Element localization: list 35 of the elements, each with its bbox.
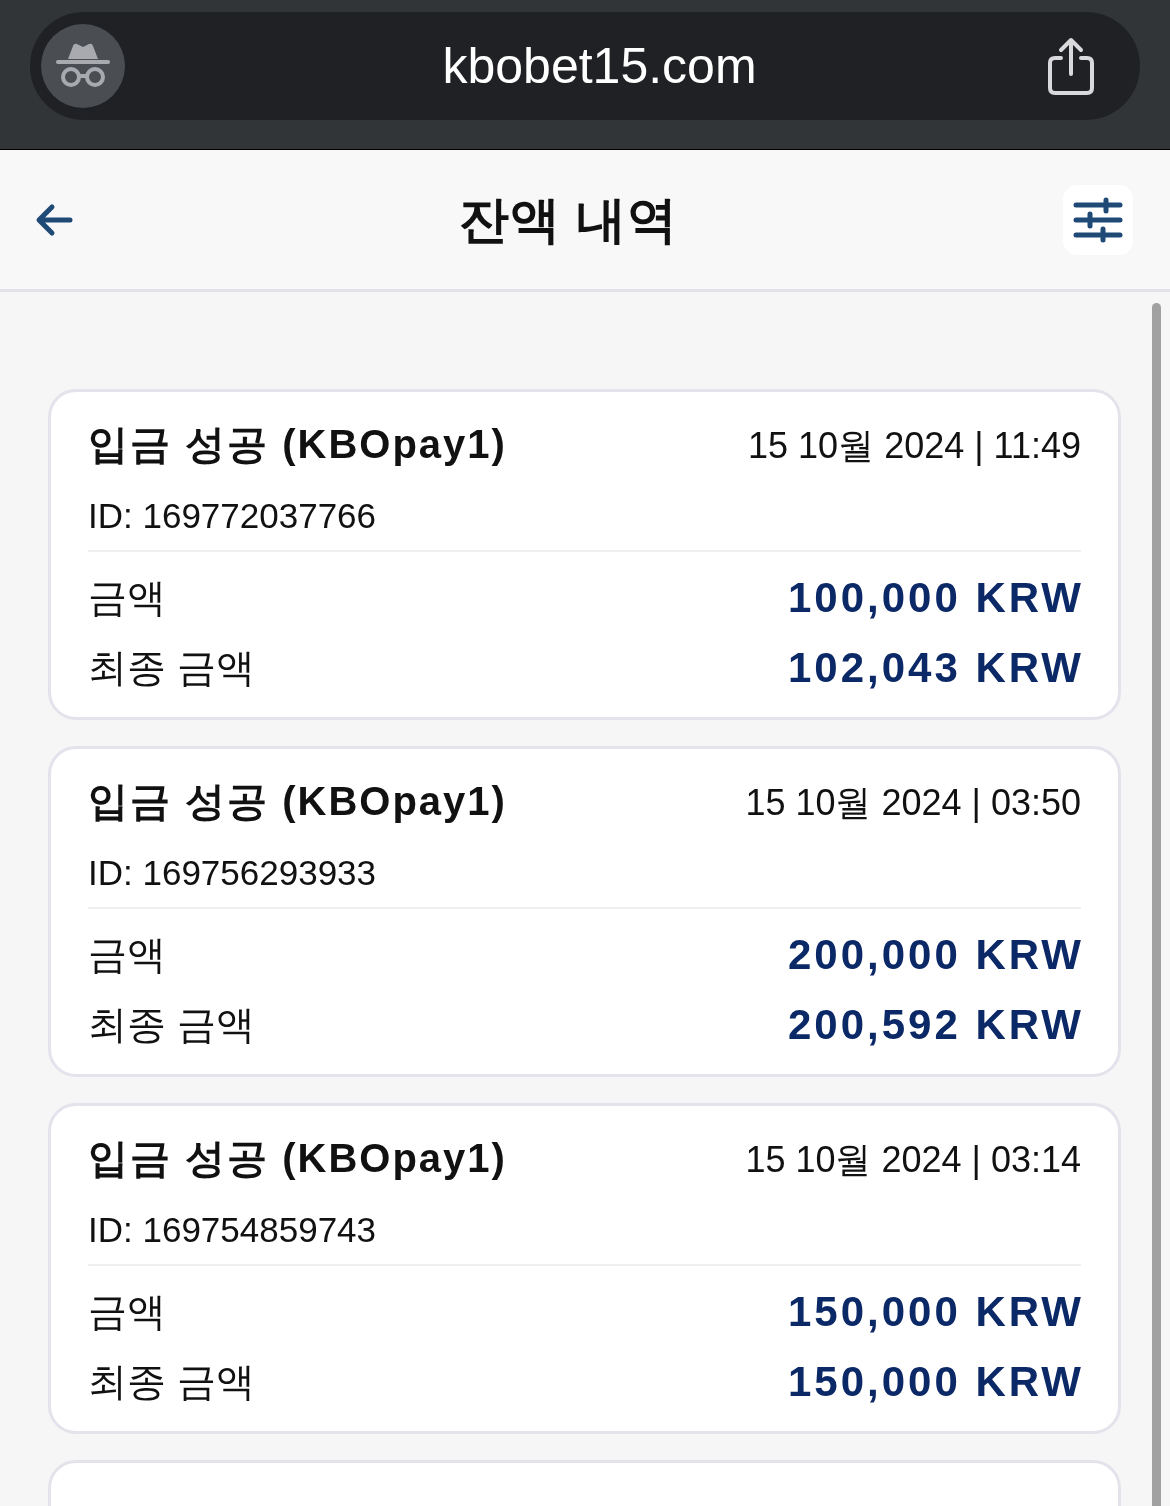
transaction-title: 입금 성공 (KBOpay1) xyxy=(88,421,507,468)
filter-button[interactable] xyxy=(1063,184,1133,255)
transaction-title: 입금 성공 (KBOpay1) xyxy=(88,778,507,825)
address-bar[interactable]: kbobet15.com xyxy=(30,12,1140,120)
transaction-date: 15 10월 2024 | 11:49 xyxy=(748,424,1081,468)
amount-value: 150,000 KRW xyxy=(787,1357,1084,1407)
amount-label: 최종 금액 xyxy=(88,645,255,691)
amount-value: 102,043 KRW xyxy=(787,643,1084,693)
transaction-id: ID: 169754859743 xyxy=(88,1209,377,1251)
back-arrow-icon xyxy=(34,201,74,238)
amount-value: 200,592 KRW xyxy=(787,1000,1084,1050)
transaction-date: 15 10월 2024 | 03:14 xyxy=(745,1138,1081,1182)
transaction-card[interactable]: 입금 성공 (KBOpay1) 15 10월 2024 | 03:14 ID: 169754859743 금액 150,000 KRW 최종 금액 150,000 KRW xyxy=(48,1103,1121,1434)
transaction-card[interactable]: 입금 성공 (KBOpay1) 15 10월 2024 | 03:50 ID: 169756293933 금액 200,000 KRW 최종 금액 200,592 KRW xyxy=(48,746,1121,1077)
amount-label: 최종 금액 xyxy=(88,1002,255,1048)
hat-glasses-icon[interactable] xyxy=(41,24,125,108)
scrollbar-thumb[interactable] xyxy=(1152,303,1161,1506)
transaction-card[interactable]: 입금 성공 (KBOpay1) 15 10월 2024 | 11:49 ID: 169772037766 금액 100,000 KRW 최종 금액 102,043 KRW xyxy=(48,389,1121,720)
amount-value: 200,000 KRW xyxy=(787,930,1084,980)
amount-value: 150,000 KRW xyxy=(787,1287,1084,1337)
url-text[interactable]: kbobet15.com xyxy=(125,36,1046,96)
transaction-title: 입금 성공 (KBOpay1) xyxy=(88,1135,507,1182)
amount-label: 최종 금액 xyxy=(88,1359,255,1405)
amount-value: 100,000 KRW xyxy=(787,573,1084,623)
transaction-id: ID: 169756293933 xyxy=(88,852,377,894)
page-title: 잔액 내역 xyxy=(458,190,679,250)
amount-label: 금액 xyxy=(88,932,166,978)
amount-label: 금액 xyxy=(88,1289,166,1335)
back-button[interactable] xyxy=(34,201,74,238)
amount-label: 금액 xyxy=(88,575,166,621)
share-icon xyxy=(1046,36,1096,96)
transaction-id: ID: 169772037766 xyxy=(88,495,377,537)
share-button[interactable] xyxy=(1046,36,1096,96)
transaction-date: 15 10월 2024 | 03:50 xyxy=(745,781,1081,825)
sliders-icon xyxy=(1073,196,1123,243)
